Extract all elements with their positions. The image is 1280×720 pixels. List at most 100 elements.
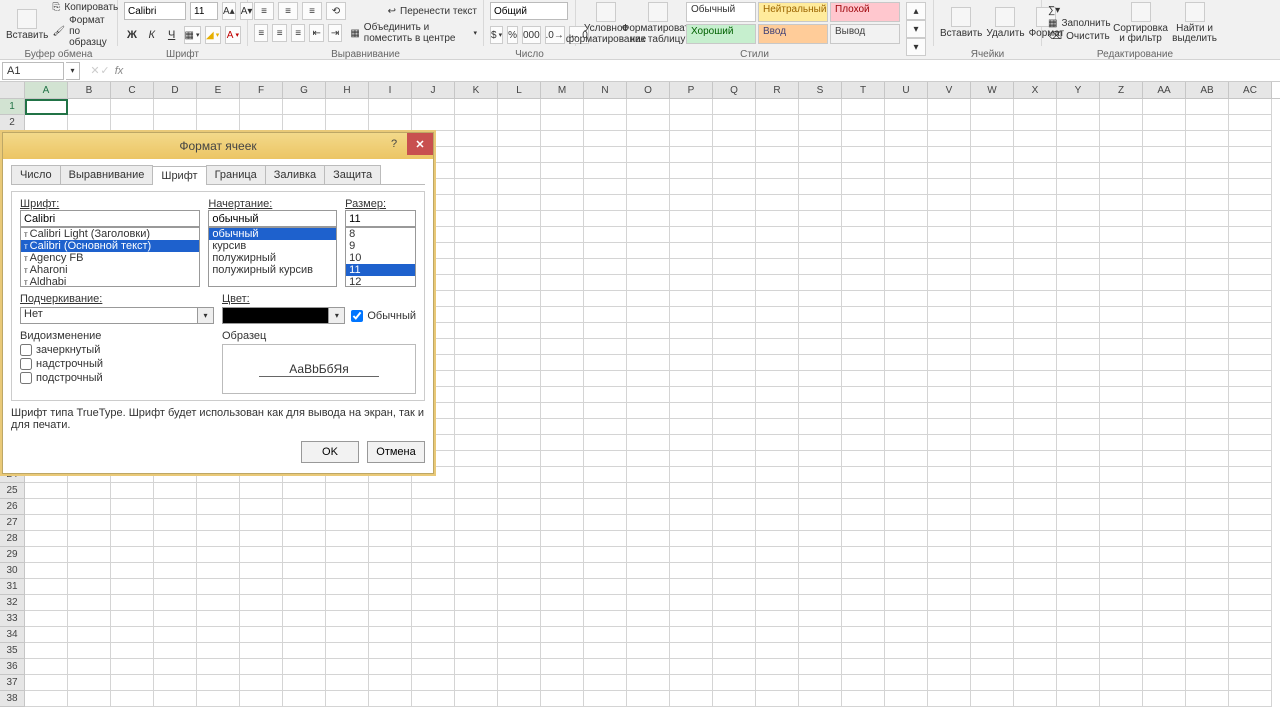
cell[interactable] <box>541 499 584 515</box>
cell[interactable] <box>455 387 498 403</box>
cell[interactable] <box>111 675 154 691</box>
cell[interactable] <box>25 611 68 627</box>
row-header[interactable]: 25 <box>0 483 25 499</box>
cell[interactable] <box>1014 611 1057 627</box>
cell[interactable] <box>498 371 541 387</box>
cell[interactable] <box>971 483 1014 499</box>
cell[interactable] <box>455 227 498 243</box>
cell[interactable] <box>799 531 842 547</box>
cell[interactable] <box>713 467 756 483</box>
cell[interactable] <box>154 547 197 563</box>
column-header[interactable]: F <box>240 82 283 98</box>
cell[interactable] <box>25 627 68 643</box>
cell[interactable] <box>756 243 799 259</box>
cell[interactable] <box>670 547 713 563</box>
cell[interactable] <box>1143 659 1186 675</box>
cell[interactable] <box>799 227 842 243</box>
column-header[interactable]: Q <box>713 82 756 98</box>
cell[interactable] <box>713 115 756 131</box>
cell[interactable] <box>928 275 971 291</box>
subscript-checkbox[interactable]: подстрочный <box>20 372 214 384</box>
cell[interactable] <box>627 259 670 275</box>
cell[interactable] <box>1143 675 1186 691</box>
cell[interactable] <box>1143 147 1186 163</box>
cell[interactable] <box>283 627 326 643</box>
cell[interactable] <box>584 275 627 291</box>
cell[interactable] <box>68 643 111 659</box>
cell[interactable] <box>1229 563 1272 579</box>
cell[interactable] <box>842 307 885 323</box>
cell[interactable] <box>928 675 971 691</box>
cell[interactable] <box>68 547 111 563</box>
font-name-text-input[interactable] <box>20 210 200 227</box>
cell[interactable] <box>842 531 885 547</box>
cell[interactable] <box>1014 419 1057 435</box>
cell[interactable] <box>971 115 1014 131</box>
cell[interactable] <box>455 403 498 419</box>
cell[interactable] <box>1100 579 1143 595</box>
cell[interactable] <box>713 611 756 627</box>
cell[interactable] <box>283 579 326 595</box>
cell[interactable] <box>842 99 885 115</box>
cell[interactable] <box>1186 115 1229 131</box>
cell[interactable] <box>541 243 584 259</box>
cell[interactable] <box>1100 499 1143 515</box>
cell[interactable] <box>885 499 928 515</box>
copy-button[interactable]: ⎘Копировать <box>52 2 118 13</box>
cell[interactable] <box>1057 131 1100 147</box>
cell[interactable] <box>584 387 627 403</box>
cell[interactable] <box>670 147 713 163</box>
row-header[interactable]: 1 <box>0 99 25 115</box>
accounting-button[interactable]: $ <box>490 26 503 44</box>
cell[interactable] <box>541 371 584 387</box>
cell[interactable] <box>154 531 197 547</box>
cell[interactable] <box>498 291 541 307</box>
cell[interactable] <box>412 579 455 595</box>
cell[interactable] <box>842 323 885 339</box>
cell[interactable] <box>971 691 1014 707</box>
column-header[interactable]: R <box>756 82 799 98</box>
align-left-button[interactable]: ≡ <box>254 24 268 42</box>
cell[interactable] <box>1186 307 1229 323</box>
cell[interactable] <box>498 163 541 179</box>
row-header[interactable]: 28 <box>0 531 25 547</box>
cell[interactable] <box>25 595 68 611</box>
cell[interactable] <box>971 131 1014 147</box>
cell[interactable] <box>756 259 799 275</box>
cell[interactable] <box>1100 467 1143 483</box>
cell[interactable] <box>799 163 842 179</box>
cell[interactable] <box>971 291 1014 307</box>
cell[interactable] <box>885 227 928 243</box>
cell[interactable] <box>111 99 154 115</box>
cell[interactable] <box>885 643 928 659</box>
cell[interactable] <box>713 659 756 675</box>
cell[interactable] <box>713 355 756 371</box>
cell[interactable] <box>756 659 799 675</box>
cell[interactable] <box>541 307 584 323</box>
column-header[interactable]: H <box>326 82 369 98</box>
styles-scroll-up[interactable]: ▴ <box>906 2 926 20</box>
cell[interactable] <box>1229 499 1272 515</box>
cell[interactable] <box>111 691 154 707</box>
cell[interactable] <box>541 259 584 275</box>
cell[interactable] <box>584 691 627 707</box>
cell[interactable] <box>283 659 326 675</box>
cell[interactable] <box>1186 563 1229 579</box>
cell[interactable] <box>111 499 154 515</box>
cell[interactable] <box>1143 691 1186 707</box>
cell[interactable] <box>1100 211 1143 227</box>
cell[interactable] <box>1014 435 1057 451</box>
cell[interactable] <box>369 675 412 691</box>
cell[interactable] <box>369 627 412 643</box>
size-listbox[interactable]: 8910111214 <box>345 227 416 287</box>
cell[interactable] <box>1057 259 1100 275</box>
cell[interactable] <box>1014 499 1057 515</box>
cell[interactable] <box>369 531 412 547</box>
cell[interactable] <box>928 515 971 531</box>
cell[interactable] <box>326 515 369 531</box>
cell[interactable] <box>1143 355 1186 371</box>
select-all-corner[interactable] <box>0 82 25 98</box>
cell[interactable] <box>25 115 68 131</box>
cell[interactable] <box>756 163 799 179</box>
cell[interactable] <box>885 131 928 147</box>
